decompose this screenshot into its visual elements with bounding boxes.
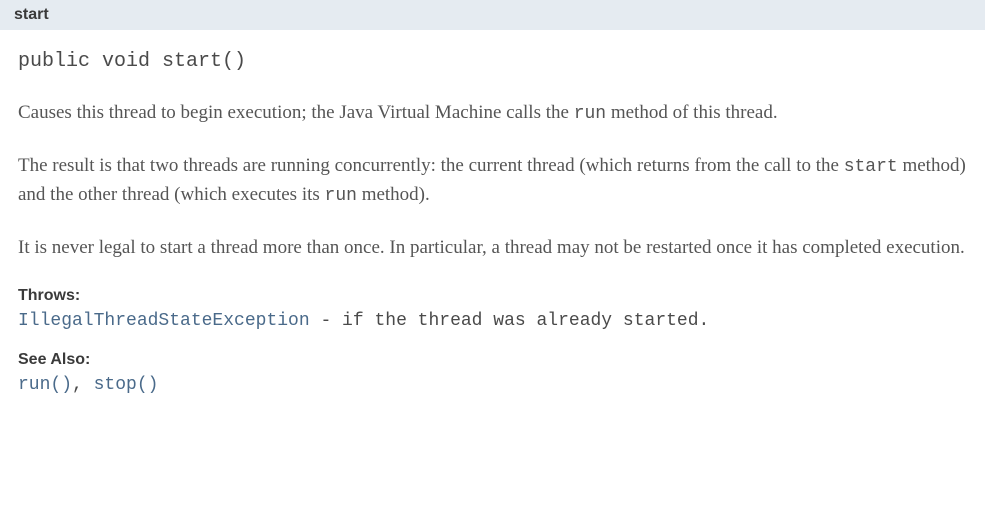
description-text: method of this thread. [606,102,778,123]
method-content: public void start() Causes this thread t… [0,50,985,413]
inline-code-run: run [574,104,606,124]
see-also-entries: run(), stop() [18,375,967,395]
throws-condition: - if the thread was already started. [310,311,710,331]
inline-code-run: run [325,186,357,206]
description-text: The result is that two threads are runni… [18,155,844,176]
description-paragraph-2: The result is that two threads are runni… [18,152,967,210]
method-description: Causes this thread to begin execution; t… [18,99,967,263]
description-paragraph-3: It is never legal to start a thread more… [18,234,967,263]
see-also-link-stop[interactable]: stop() [94,375,159,395]
throws-label: Throws: [18,287,967,305]
inline-code-start: start [844,157,898,177]
see-also-label: See Also: [18,351,967,369]
description-paragraph-1: Causes this thread to begin execution; t… [18,99,967,128]
description-text: Causes this thread to begin execution; t… [18,102,574,123]
description-text: method). [357,184,430,205]
throws-entry: IllegalThreadStateException - if the thr… [18,311,967,331]
method-header: start [0,0,985,30]
see-also-link-run[interactable]: run() [18,375,72,395]
method-name: start [14,6,49,23]
exception-link[interactable]: IllegalThreadStateException [18,311,310,331]
separator: , [72,375,94,395]
method-signature: public void start() [18,50,967,73]
